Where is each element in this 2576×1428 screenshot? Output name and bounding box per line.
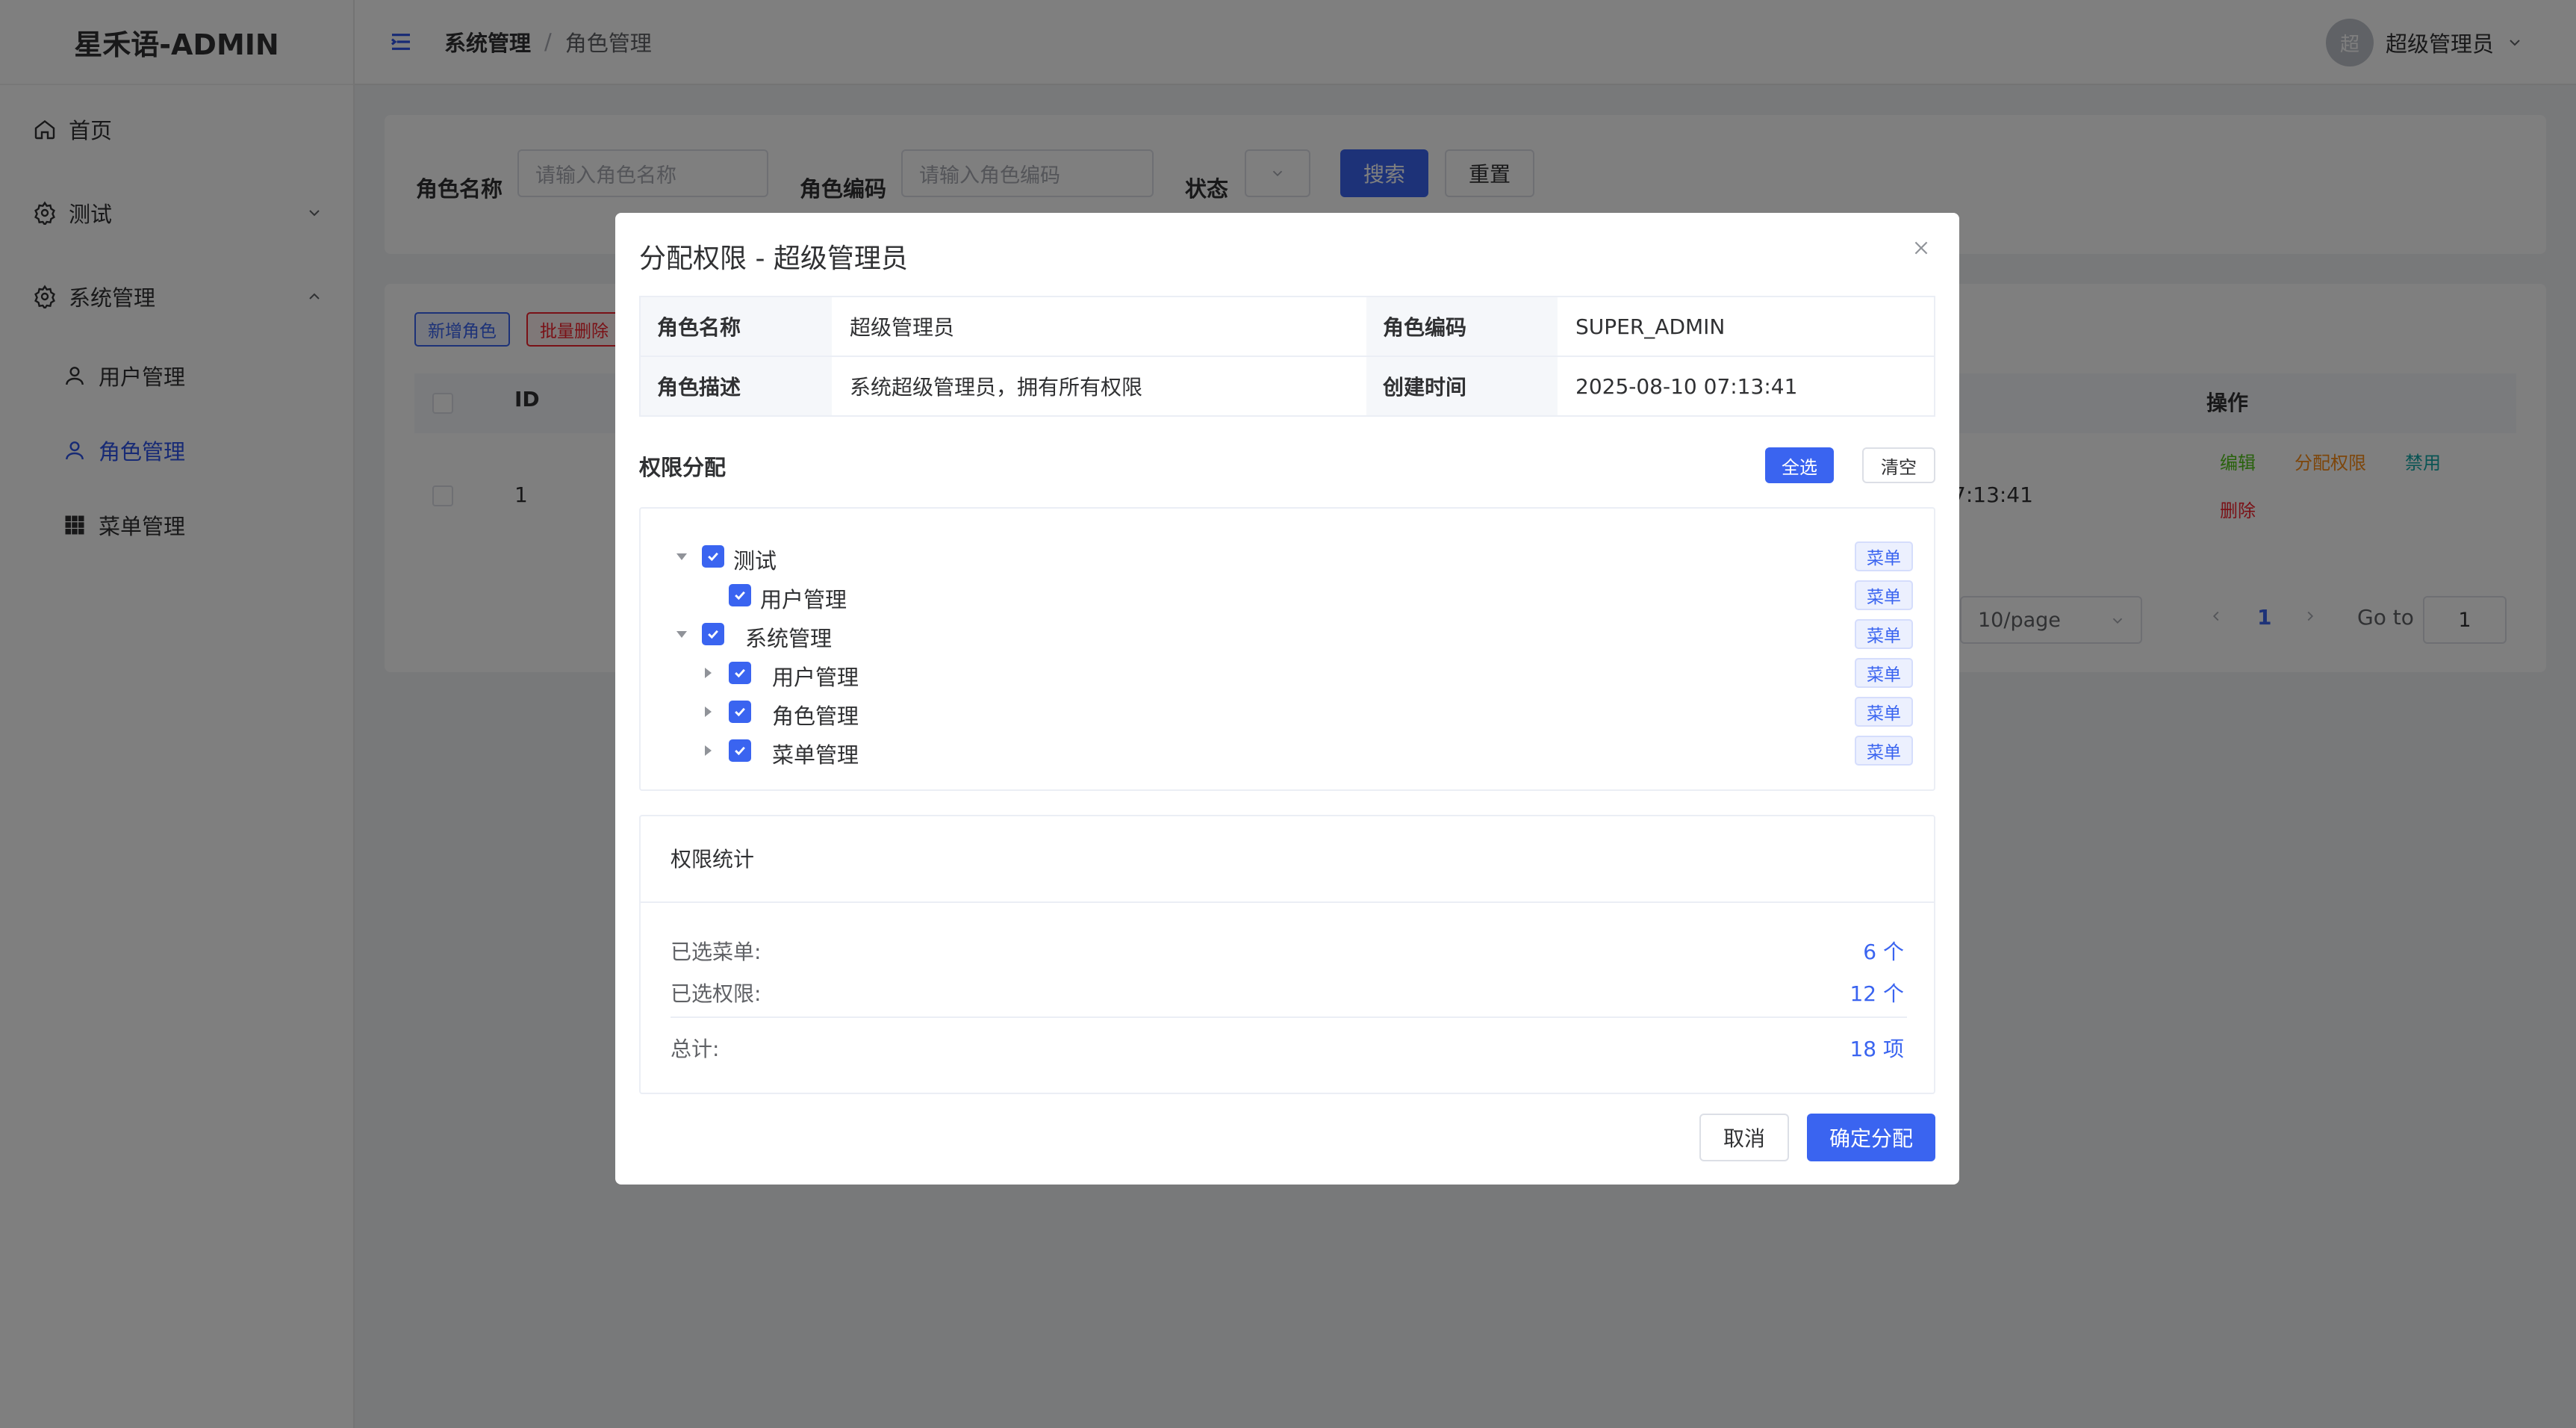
- tree-checkbox[interactable]: [702, 623, 724, 645]
- role-name-key: 角色名称: [641, 297, 832, 356]
- tree-node-label: 菜单管理: [772, 742, 859, 768]
- total-label: 总计:: [671, 1037, 720, 1061]
- tree-checkbox[interactable]: [729, 662, 751, 684]
- tree-node[interactable]: 用户管理 菜单: [641, 576, 1937, 615]
- caret-right-icon[interactable]: [705, 668, 712, 678]
- stats-divider: [671, 1016, 1907, 1018]
- select-all-button[interactable]: 全选: [1765, 447, 1834, 483]
- tree-node[interactable]: 测试 菜单: [641, 537, 1937, 576]
- role-code-value: SUPER_ADMIN: [1559, 297, 1934, 356]
- tree-node-label: 系统管理: [745, 626, 833, 651]
- caret-down-icon[interactable]: [676, 631, 687, 638]
- tree-checkbox[interactable]: [702, 545, 724, 568]
- cancel-button[interactable]: 取消: [1699, 1114, 1789, 1161]
- tree-node[interactable]: 角色管理 菜单: [641, 692, 1937, 731]
- created-time-value: 2025-08-10 07:13:41: [1559, 357, 1934, 415]
- selected-perms-label: 已选权限:: [671, 981, 762, 1006]
- tree-checkbox[interactable]: [729, 701, 751, 723]
- menu-type-tag: 菜单: [1855, 619, 1913, 649]
- role-desc-key: 角色描述: [641, 357, 832, 415]
- stats-title: 权限统计: [671, 847, 755, 872]
- role-desc-value: 系统超级管理员，拥有所有权限: [833, 357, 1365, 415]
- tree-node-label: 用户管理: [772, 665, 859, 690]
- menu-type-tag: 菜单: [1855, 580, 1913, 610]
- stats-divider: [641, 901, 1934, 903]
- clear-button[interactable]: 清空: [1862, 447, 1935, 483]
- tree-checkbox[interactable]: [729, 739, 751, 762]
- selected-menus-value: 6 个: [1863, 940, 1904, 964]
- caret-right-icon[interactable]: [705, 745, 712, 756]
- tree-node[interactable]: 用户管理 菜单: [641, 654, 1937, 692]
- selected-menus-label: 已选菜单:: [671, 940, 762, 964]
- role-name-value: 超级管理员: [833, 297, 1365, 356]
- tree-node[interactable]: 系统管理 菜单: [641, 615, 1937, 654]
- role-info-table: 角色名称 超级管理员 角色编码 SUPER_ADMIN 角色描述 系统超级管理员…: [639, 296, 1935, 417]
- menu-type-tag: 菜单: [1855, 697, 1913, 727]
- caret-down-icon[interactable]: [676, 553, 687, 560]
- menu-type-tag: 菜单: [1855, 658, 1913, 688]
- tree-node[interactable]: 菜单管理 菜单: [641, 731, 1937, 770]
- selected-perms-value: 12 个: [1849, 981, 1904, 1006]
- created-time-key: 创建时间: [1366, 357, 1558, 415]
- permission-tree: 测试 菜单 用户管理 菜单 系统管理 菜单 用户管理 菜单 角色管理 菜单 菜单…: [639, 507, 1935, 791]
- menu-type-tag: 菜单: [1855, 736, 1913, 766]
- tree-node-label: 角色管理: [772, 704, 859, 729]
- assign-permissions-dialog: 分配权限 - 超级管理员 角色名称 超级管理员 角色编码 SUPER_ADMIN…: [615, 213, 1959, 1185]
- close-icon[interactable]: [1908, 235, 1934, 261]
- tree-node-label: 测试: [733, 548, 777, 574]
- tree-checkbox[interactable]: [729, 584, 751, 606]
- dialog-title: 分配权限 - 超级管理员: [639, 243, 908, 274]
- total-value: 18 项: [1849, 1037, 1904, 1061]
- permission-stats-card: 权限统计 已选菜单: 6 个 已选权限: 12 个 总计: 18 项: [639, 815, 1935, 1094]
- role-code-key: 角色编码: [1366, 297, 1558, 356]
- caret-right-icon[interactable]: [705, 707, 712, 717]
- tree-node-label: 用户管理: [760, 587, 847, 612]
- confirm-assign-button[interactable]: 确定分配: [1807, 1114, 1935, 1161]
- permission-section-title: 权限分配: [639, 455, 727, 480]
- menu-type-tag: 菜单: [1855, 541, 1913, 571]
